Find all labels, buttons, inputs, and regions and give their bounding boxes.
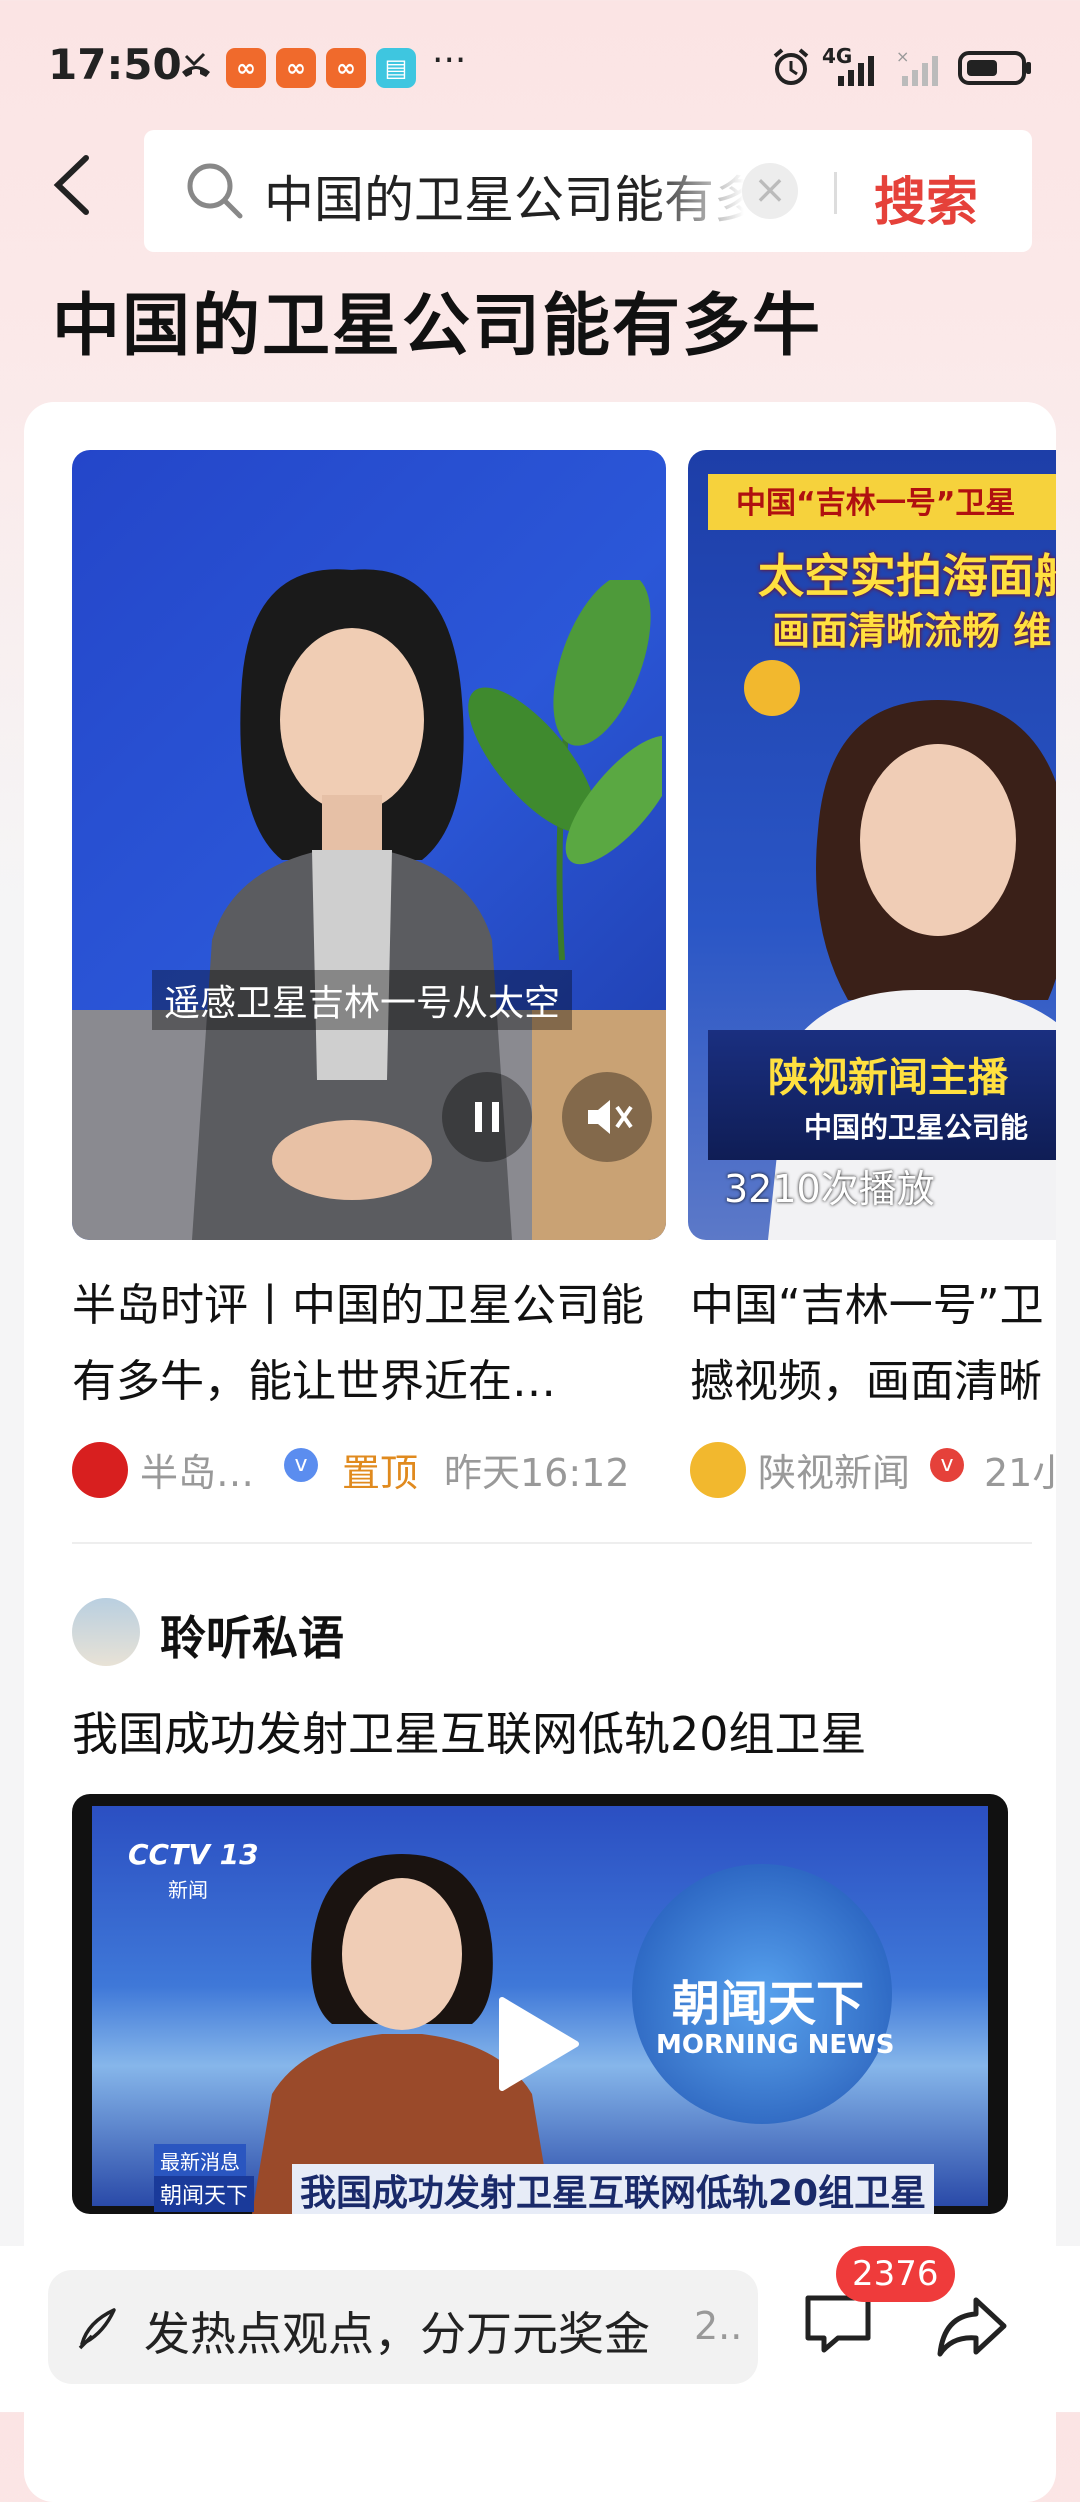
video-overlay-line: 画面清晰流畅 维 xyxy=(772,609,1052,653)
source-name[interactable]: 半岛… xyxy=(140,1442,254,1497)
video-title-line[interactable]: 撼视频，画面清晰 xyxy=(690,1344,1042,1420)
search-box[interactable]: 中国的卫星公司能有多牛 × 搜索 xyxy=(144,130,1032,252)
clear-search-button[interactable]: × xyxy=(742,163,798,219)
program-name: 朝闻天下 xyxy=(672,1976,865,2032)
video-thumbnail[interactable]: 中国“吉林一号”卫星 太空实拍海面船 画面清晰流畅 维 陕视新闻主播 中国的卫星… xyxy=(688,450,1056,1240)
video-overlay-title: 中国“吉林一号”卫星 xyxy=(736,486,1016,521)
status-time: 17:50 xyxy=(48,40,182,89)
ticker-tag-2: 朝闻天下 xyxy=(154,2176,255,2212)
app-notification-icon: ∞ xyxy=(226,48,266,88)
channel-sub: 新闻 xyxy=(168,1878,208,1902)
video-title[interactable]: 中国“吉林一号”卫 xyxy=(690,1268,1044,1344)
source-avatar xyxy=(690,1442,746,1498)
more-notifications-icon: ··· xyxy=(432,40,467,81)
play-count: 3210次播放 xyxy=(724,1167,935,1211)
channel-logo: CCTV 13 xyxy=(128,1838,259,1871)
post-time: 昨天16:12 xyxy=(444,1451,630,1495)
comment-placeholder: 发热点观点，分万元奖金 xyxy=(144,2307,650,2361)
search-button[interactable]: 搜索 xyxy=(874,160,978,235)
status-bar: 17:50 ∞ ∞ ∞ ▤ ··· 4G × xyxy=(0,0,1080,130)
video-caption: 遥感卫星吉林一号从太空 xyxy=(152,970,573,1030)
verified-icon: v xyxy=(930,1448,964,1482)
svg-text:×: × xyxy=(896,48,909,66)
source-avatar xyxy=(72,1442,128,1498)
video-overlay-line: 陕视新闻主播 xyxy=(768,1055,1008,1101)
ticker-tag: 最新消息 xyxy=(154,2144,246,2177)
search-divider xyxy=(834,172,837,214)
mute-button[interactable] xyxy=(562,1072,652,1162)
author-avatar[interactable] xyxy=(72,1598,140,1666)
missed-call-icon xyxy=(176,46,216,86)
author-name[interactable]: 聆听私语 xyxy=(160,1602,344,1668)
verified-icon: v xyxy=(284,1448,318,1482)
battery-icon xyxy=(958,50,1034,90)
ticker-text: 我国成功发射卫星互联网低轨20组卫星 xyxy=(292,2164,935,2214)
alarm-icon xyxy=(770,46,812,92)
video-overlay-line: 太空实拍海面船 xyxy=(758,549,1056,603)
back-button[interactable] xyxy=(48,150,108,230)
comment-input[interactable]: 发热点观点，分万元奖金 2.. xyxy=(48,2270,758,2384)
pinned-label: 置顶 xyxy=(342,1451,419,1495)
search-icon xyxy=(184,160,246,226)
play-button[interactable] xyxy=(492,1994,582,2098)
post-video[interactable]: CCTV 13 新闻 朝闻天下 MORNING NEWS 最新消息 朝闻天下 我… xyxy=(72,1794,1008,2214)
video-player[interactable]: 遥感卫星吉林一号从太空 xyxy=(72,450,666,1240)
page-title: 中国的卫星公司能有多牛 xyxy=(52,287,823,366)
video-overlay-line: 中国的卫星公司能 xyxy=(804,1111,1029,1144)
post-time: 21小 xyxy=(984,1451,1056,1495)
book-app-icon: ▤ xyxy=(376,48,416,88)
search-input[interactable]: 中国的卫星公司能有多牛 xyxy=(264,160,744,232)
app-notification-icon: ∞ xyxy=(326,48,366,88)
pause-button[interactable] xyxy=(442,1072,532,1162)
pen-icon xyxy=(74,2302,124,2356)
video-title[interactable]: 半岛时评丨中国的卫星公司能有多牛，能让世界近在… xyxy=(72,1268,662,1420)
comment-placeholder-suffix: 2.. xyxy=(694,2304,743,2348)
signal-2-icon: × xyxy=(896,47,946,92)
source-name[interactable]: 陕视新闻 xyxy=(758,1442,910,1497)
bottom-bar: 发热点观点，分万元奖金 2.. 2376 xyxy=(0,2246,1080,2412)
divider xyxy=(72,1542,1032,1544)
share-icon[interactable] xyxy=(932,2286,1012,2370)
program-name-en: MORNING NEWS xyxy=(656,2030,895,2060)
results-card: 遥感卫星吉林一号从太空 中国“吉林一号”卫星 太空实拍海面船 画面清晰流畅 维 … xyxy=(24,402,1056,2502)
post-text[interactable]: 我国成功发射卫星互联网低轨20组卫星 xyxy=(72,1698,867,1764)
signal-icon xyxy=(828,48,888,92)
app-notification-icon: ∞ xyxy=(276,48,316,88)
